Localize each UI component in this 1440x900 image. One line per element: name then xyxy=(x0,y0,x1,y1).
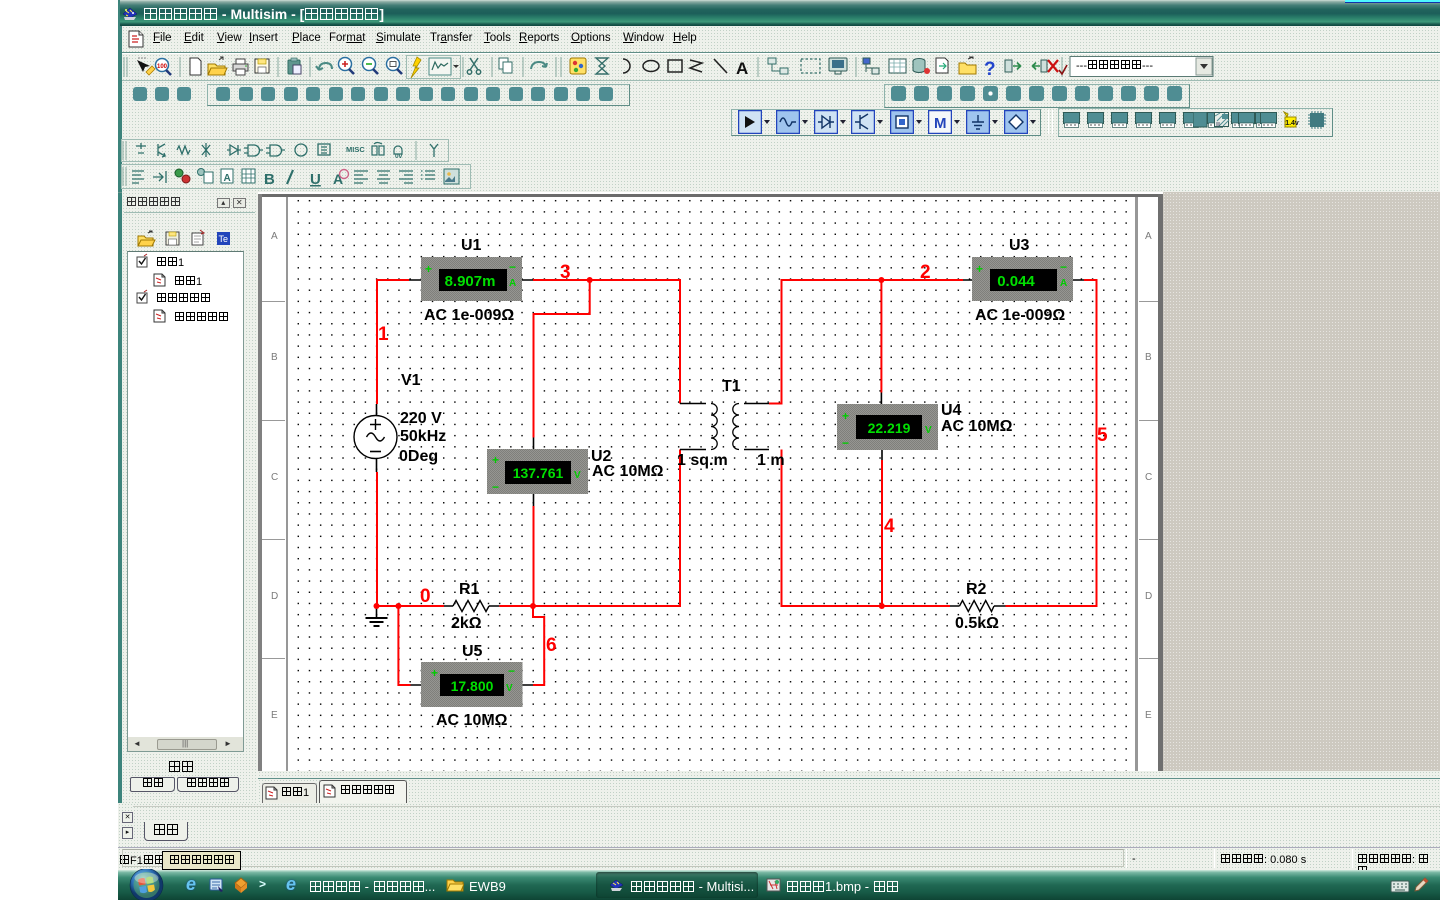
svg-text:+: + xyxy=(431,666,438,680)
svg-text:R1: R1 xyxy=(459,581,480,598)
svg-text:AC 10MΩ: AC 10MΩ xyxy=(436,712,508,729)
svg-text:+: + xyxy=(425,262,432,276)
svg-text:4: 4 xyxy=(884,516,895,537)
svg-text:U3: U3 xyxy=(1009,237,1030,254)
svg-text:Te: Te xyxy=(219,234,229,244)
svg-text:A: A xyxy=(1060,278,1067,289)
svg-text:+: + xyxy=(492,453,499,467)
svg-text:137.761: 137.761 xyxy=(513,465,564,481)
svg-text:MISC: MISC xyxy=(346,145,365,154)
svg-text:5: 5 xyxy=(1097,425,1108,446)
svg-text:1.4v: 1.4v xyxy=(1285,120,1299,127)
svg-text:50kHz: 50kHz xyxy=(400,428,446,445)
svg-text:A: A xyxy=(333,171,343,187)
svg-text:AC 1e-009Ω: AC 1e-009Ω xyxy=(424,307,514,324)
svg-text:−: − xyxy=(509,260,516,274)
svg-text:AC 10MΩ: AC 10MΩ xyxy=(941,418,1013,435)
svg-text:U4: U4 xyxy=(941,402,962,419)
svg-text:R2: R2 xyxy=(966,581,987,598)
svg-text:B: B xyxy=(264,171,275,188)
svg-text:−: − xyxy=(492,480,499,494)
svg-text:V: V xyxy=(506,683,513,694)
svg-text:6: 6 xyxy=(546,635,557,656)
svg-text:2: 2 xyxy=(920,262,931,283)
svg-text:V1: V1 xyxy=(401,372,421,389)
svg-text:U5: U5 xyxy=(462,643,483,660)
svg-text:−: − xyxy=(1060,260,1067,274)
svg-text:−: − xyxy=(842,436,849,450)
svg-text:V: V xyxy=(925,425,932,436)
svg-text:1: 1 xyxy=(378,324,389,345)
svg-text:3: 3 xyxy=(560,262,571,283)
svg-text:A: A xyxy=(736,59,748,78)
svg-text:+: + xyxy=(976,262,983,276)
svg-text:AC 1e-009Ω: AC 1e-009Ω xyxy=(975,307,1065,324)
svg-text:17.800: 17.800 xyxy=(451,678,494,694)
svg-text:2kΩ: 2kΩ xyxy=(451,615,482,632)
svg-text:M: M xyxy=(934,115,947,132)
svg-text:+: + xyxy=(842,409,849,423)
svg-text:0.5kΩ: 0.5kΩ xyxy=(955,615,999,632)
svg-text:AC 10MΩ: AC 10MΩ xyxy=(592,463,664,480)
svg-text:U1: U1 xyxy=(461,237,482,254)
svg-text:22.219: 22.219 xyxy=(868,420,911,436)
svg-text:0.044: 0.044 xyxy=(997,273,1035,290)
svg-text:V: V xyxy=(574,470,581,481)
svg-text:0Deg: 0Deg xyxy=(399,448,438,465)
svg-text:A: A xyxy=(224,173,231,184)
svg-text:U: U xyxy=(310,171,321,188)
svg-text:220 V: 220 V xyxy=(400,410,442,427)
svg-text:8.907m: 8.907m xyxy=(445,273,496,290)
svg-text:−: − xyxy=(508,664,515,678)
svg-text:A: A xyxy=(509,278,516,289)
svg-text:0v: 0v xyxy=(395,153,403,160)
svg-text:1 m: 1 m xyxy=(757,452,785,469)
svg-text:0: 0 xyxy=(420,586,431,607)
svg-text:?: ? xyxy=(984,59,996,80)
svg-text:T1: T1 xyxy=(722,378,741,395)
svg-text:100: 100 xyxy=(157,64,168,70)
svg-text:1 sq.m: 1 sq.m xyxy=(677,452,728,469)
